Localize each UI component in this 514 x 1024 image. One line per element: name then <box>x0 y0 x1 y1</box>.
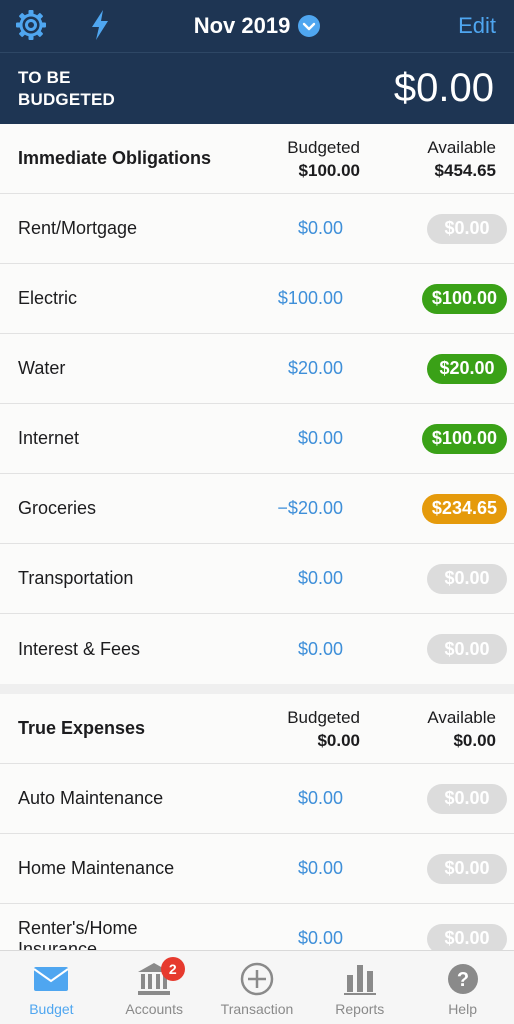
tab-label: Accounts <box>125 1001 183 1017</box>
group-budgeted: $0.00 <box>317 730 360 750</box>
available-pill[interactable]: $0.00 <box>427 634 507 664</box>
category-budgeted[interactable]: −$20.00 <box>213 498 343 519</box>
category-name: Home Maintenance <box>18 858 175 878</box>
category-budgeted[interactable]: $0.00 <box>213 639 343 660</box>
available-pill[interactable]: $0.00 <box>427 853 507 884</box>
category-name: Groceries <box>18 498 97 518</box>
category-row[interactable]: Renter's/Home Insurance $0.00 $0.00 <box>0 904 514 950</box>
category-name: Transportation <box>18 568 134 588</box>
category-row[interactable]: Auto Maintenance $0.00 $0.00 <box>0 764 514 834</box>
budgeted-label: Budgeted <box>287 137 360 157</box>
to-be-budgeted-bar[interactable]: TO BE BUDGETED $0.00 <box>0 52 514 124</box>
category-row[interactable]: Internet $0.00 $100.00 <box>0 404 514 474</box>
chevron-down-icon <box>298 15 321 37</box>
month-selector[interactable]: Nov 2019 <box>194 13 321 39</box>
category-budgeted[interactable]: $0.00 <box>213 218 343 239</box>
available-pill[interactable]: $100.00 <box>421 423 507 454</box>
available-pill[interactable]: $100.00 <box>421 283 507 314</box>
available-pill[interactable]: $0.00 <box>427 783 507 814</box>
tab-label: Help <box>448 1001 477 1017</box>
category-name: Electric <box>18 288 78 308</box>
plus-circle-icon <box>240 962 274 996</box>
bar-chart-icon <box>343 965 376 995</box>
category-row[interactable]: Home Maintenance $0.00 $0.00 <box>0 834 514 904</box>
group-divider <box>0 684 514 694</box>
lightning-icon[interactable] <box>88 8 112 42</box>
to-be-budgeted-label: TO BE BUDGETED <box>18 67 115 109</box>
group-name: Immediate Obligations <box>18 148 212 168</box>
svg-text:?: ? <box>456 969 468 991</box>
category-budgeted[interactable]: $100.00 <box>213 288 343 309</box>
category-name: Auto Maintenance <box>18 788 164 808</box>
category-name: Renter's/Home Insurance <box>18 917 138 951</box>
tab-label: Budget <box>29 1001 74 1017</box>
available-pill[interactable]: $0.00 <box>427 923 507 950</box>
top-bar: Nov 2019 Edit <box>0 0 514 52</box>
to-be-budgeted-amount: $0.00 <box>393 66 494 110</box>
category-budgeted[interactable]: $0.00 <box>213 788 343 809</box>
available-pill[interactable]: $234.65 <box>421 493 507 524</box>
category-budgeted[interactable]: $20.00 <box>213 358 343 379</box>
budgeted-label: Budgeted <box>287 707 360 727</box>
available-pill[interactable]: $20.00 <box>427 353 507 384</box>
edit-button[interactable]: Edit <box>458 0 496 52</box>
category-row[interactable]: Electric $100.00 $100.00 <box>0 264 514 334</box>
tab-reports[interactable]: Reports <box>308 951 411 1024</box>
envelope-icon <box>33 967 69 991</box>
category-name: Interest & Fees <box>18 638 141 659</box>
tab-label: Transaction <box>220 1001 294 1017</box>
category-budgeted[interactable]: $0.00 <box>213 568 343 589</box>
available-pill[interactable]: $0.00 <box>427 563 507 594</box>
group-available: $0.00 <box>453 730 496 750</box>
tab-bar: Budget 2 Accounts Transaction Reports ? … <box>0 950 514 1024</box>
category-row[interactable]: Rent/Mortgage $0.00 $0.00 <box>0 194 514 264</box>
available-label: Available <box>427 707 496 727</box>
group-header[interactable]: True Expenses Budgeted $0.00 Available $… <box>0 694 514 764</box>
group-name: True Expenses <box>18 718 146 738</box>
category-name: Internet <box>18 428 80 448</box>
notification-badge: 2 <box>160 957 185 981</box>
group-available: $454.65 <box>434 160 496 180</box>
group-header[interactable]: Immediate Obligations Budgeted $100.00 A… <box>0 124 514 194</box>
available-label: Available <box>427 137 496 157</box>
category-budgeted[interactable]: $0.00 <box>213 428 343 449</box>
category-name: Rent/Mortgage <box>18 218 138 238</box>
gear-icon[interactable] <box>14 8 48 42</box>
group-budgeted: $100.00 <box>298 160 360 180</box>
category-budgeted[interactable]: $0.00 <box>213 928 343 949</box>
tab-budget[interactable]: Budget <box>0 951 103 1024</box>
question-icon: ? <box>447 964 478 994</box>
available-pill[interactable]: $0.00 <box>427 213 507 244</box>
tab-label: Reports <box>335 1001 385 1017</box>
category-row[interactable]: Transportation $0.00 $0.00 <box>0 544 514 614</box>
tab-accounts[interactable]: 2 Accounts <box>103 951 206 1024</box>
month-label: Nov 2019 <box>193 13 291 38</box>
tab-transaction[interactable]: Transaction <box>206 951 309 1024</box>
budget-list[interactable]: Immediate Obligations Budgeted $100.00 A… <box>0 124 514 950</box>
category-row[interactable]: Water $20.00 $20.00 <box>0 334 514 404</box>
category-row[interactable]: Interest & Fees $0.00 $0.00 <box>0 614 514 684</box>
category-name: Water <box>18 358 66 378</box>
category-row[interactable]: Groceries −$20.00 $234.65 <box>0 474 514 544</box>
tab-help[interactable]: ? Help <box>411 951 514 1024</box>
category-budgeted[interactable]: $0.00 <box>213 858 343 879</box>
